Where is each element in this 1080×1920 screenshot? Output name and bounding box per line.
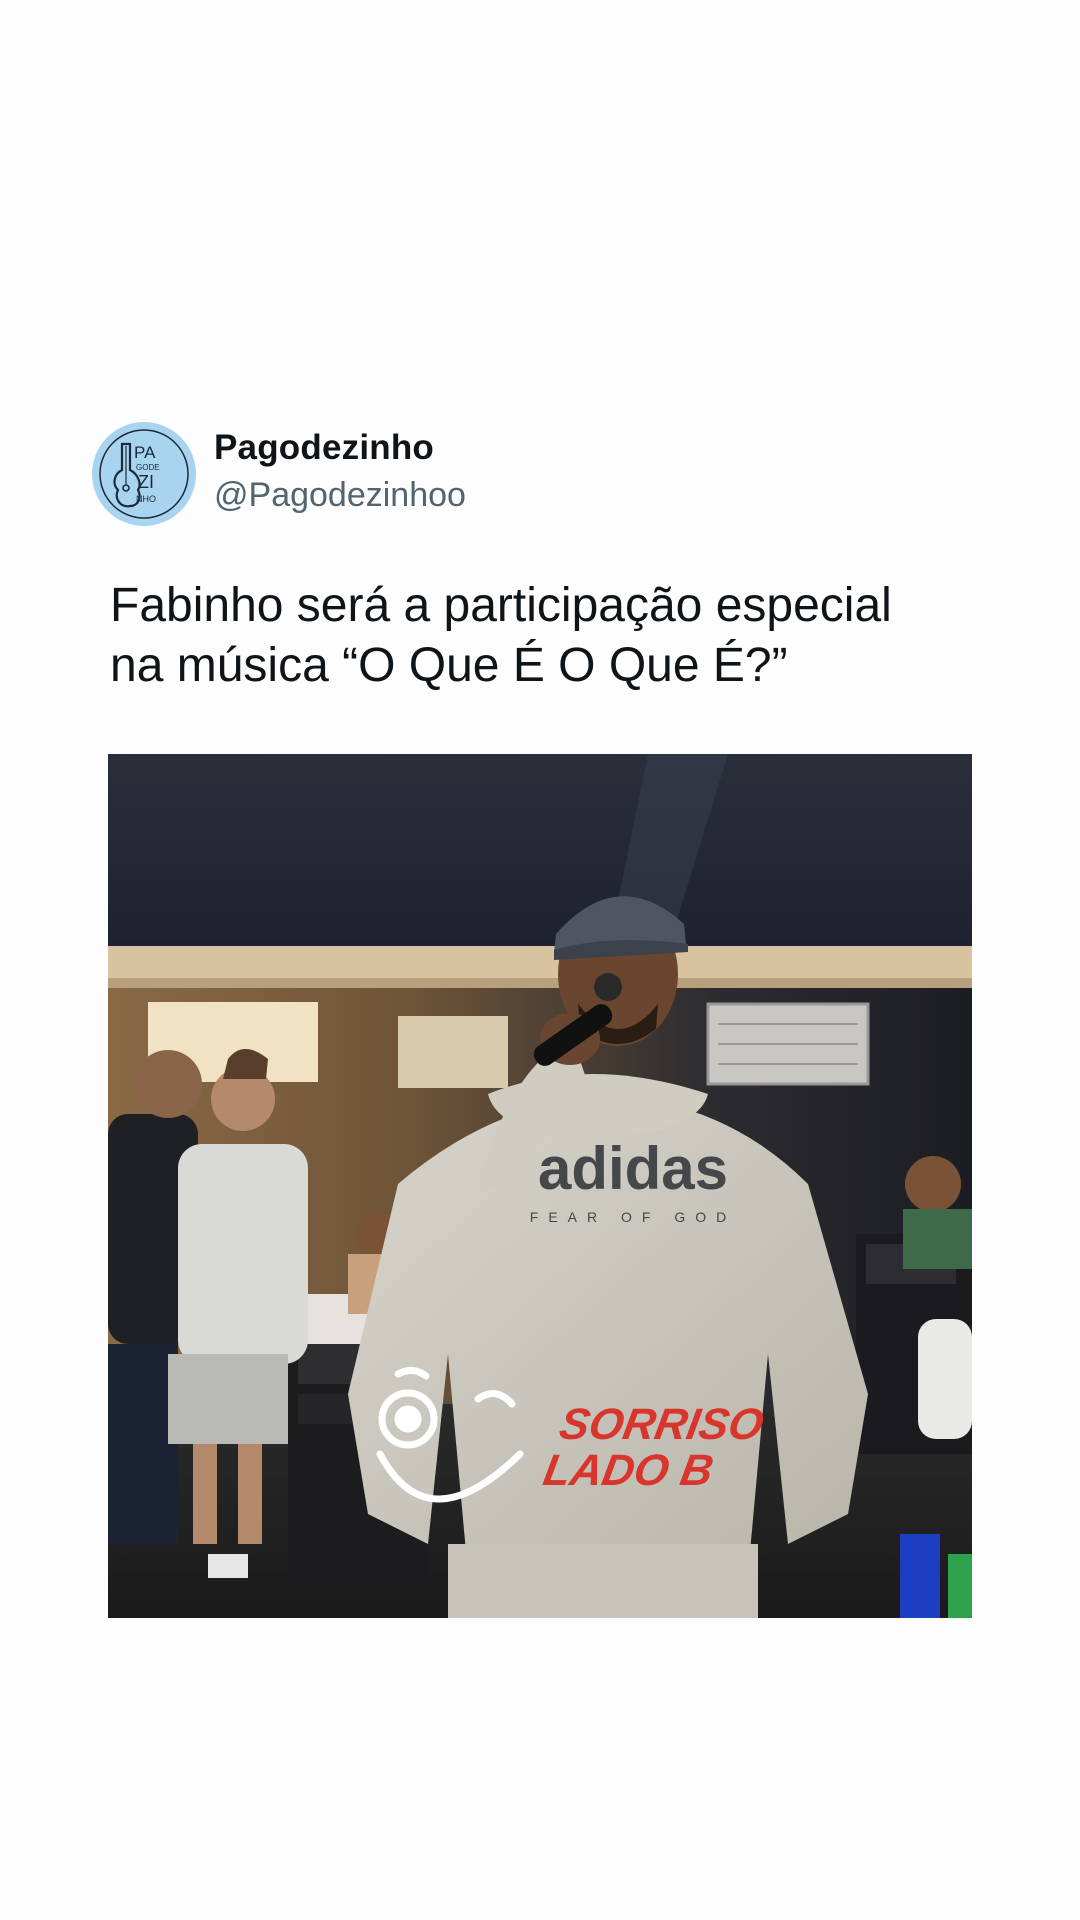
avatar[interactable]: PA GODE ZI NHO bbox=[92, 422, 196, 526]
tweet-text-line-2: na música “O Que É O Que É?” bbox=[110, 639, 788, 692]
author-handle[interactable]: @Pagodezinhoo bbox=[214, 476, 466, 515]
tweet-text-line-1: Fabinho será a participação especial bbox=[110, 579, 892, 632]
svg-text:GODE: GODE bbox=[136, 463, 160, 472]
svg-text:ZI: ZI bbox=[138, 472, 154, 492]
tweet-text: Fabinho será a participação especial na … bbox=[110, 576, 990, 696]
svg-text:PA: PA bbox=[134, 443, 156, 462]
watermark-brand: SORRISO LADO B bbox=[540, 1400, 768, 1495]
watermark-line-2: LADO B bbox=[539, 1446, 718, 1495]
shirt-subprint-text: FEAR OF GOD bbox=[530, 1209, 736, 1225]
tweet-card: PA GODE ZI NHO Pagodezinho @Pagodezinhoo… bbox=[0, 0, 1080, 1920]
guitar-logo-icon: PA GODE ZI NHO bbox=[94, 424, 194, 524]
author-display-name[interactable]: Pagodezinho bbox=[214, 428, 434, 468]
tweet-media-photo[interactable]: adidas FEAR OF GOD SORRISO LADO B bbox=[108, 754, 972, 1618]
svg-text:NHO: NHO bbox=[136, 494, 156, 504]
shirt-print-text: adidas bbox=[538, 1135, 728, 1202]
watermark-line-1: SORRISO bbox=[555, 1400, 768, 1449]
